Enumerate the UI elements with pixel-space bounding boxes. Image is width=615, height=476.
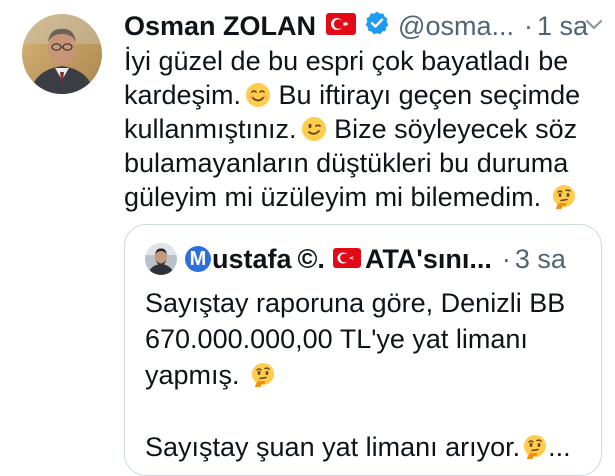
quoted-copyright-mark: ©.	[297, 243, 325, 274]
author-avatar[interactable]	[22, 14, 102, 94]
quoted-tweet-timestamp[interactable]: 3 sa	[515, 244, 566, 275]
tweet-text-line: bulamayanların düştükleri bu duruma	[124, 148, 569, 178]
tweet-header: Osman ZOLAN @osma... · 1 sa	[124, 8, 615, 44]
more-options-icon[interactable]	[583, 14, 605, 41]
thinking-face-icon	[250, 361, 276, 387]
tweet-text-line: güleyim mi üzüleyim mi bilemedim.	[124, 180, 604, 214]
verified-badge-icon	[364, 10, 390, 43]
quoted-author-name-suffix: ATA'sını...	[364, 243, 492, 274]
author-avatar-image	[22, 14, 102, 94]
tweet-text-line: kardeşim. Bu iftirayı geçen seçimde	[124, 80, 581, 110]
winking-face-icon	[301, 116, 327, 142]
smiling-face-icon	[245, 82, 271, 108]
thinking-face-icon	[551, 184, 577, 210]
author-handle[interactable]: @osma...	[398, 11, 514, 42]
quoted-text-ellipsis: ...	[548, 432, 571, 462]
thinking-face-icon	[522, 433, 548, 459]
quoted-tweet-text: Sayıştay raporuna göre, Denizli BB 670.0…	[145, 285, 585, 465]
author-name[interactable]: Osman ZOLAN	[124, 11, 316, 42]
turkey-flag-icon	[332, 244, 361, 275]
quoted-text-line: 670.000.000,00 TL'ye yat limanı	[145, 324, 528, 354]
separator-dot: ·	[501, 243, 511, 274]
turkey-flag-icon	[326, 11, 357, 42]
quoted-author-avatar	[145, 243, 177, 275]
quoted-text-line: Sayıştay şuan yat limanı arıyor....	[145, 432, 571, 462]
quoted-tweet-header: M ustafa ©. ATA'sını... · 3 sa	[145, 241, 566, 277]
tweet-text: İyi güzel de bu espri çok bayatladı be k…	[124, 44, 604, 214]
quoted-text-line: Sayıştay raporuna göre, Denizli BB	[145, 288, 566, 318]
tweet-timestamp[interactable]: 1 sa	[537, 11, 588, 42]
quoted-text-line: yapmış.	[145, 357, 585, 393]
blue-letter-badge: M	[185, 246, 211, 272]
tweet-text-line: İyi güzel de bu espri çok bayatladı be	[124, 46, 569, 76]
tweet-text-line: kullanmıştınız. Bize söyleyecek söz	[124, 114, 578, 144]
separator-dot: ·	[523, 10, 533, 41]
quoted-author-name[interactable]: ustafa	[212, 244, 292, 275]
quoted-tweet[interactable]: M ustafa ©. ATA'sını... · 3 sa Sayıştay …	[124, 224, 602, 476]
